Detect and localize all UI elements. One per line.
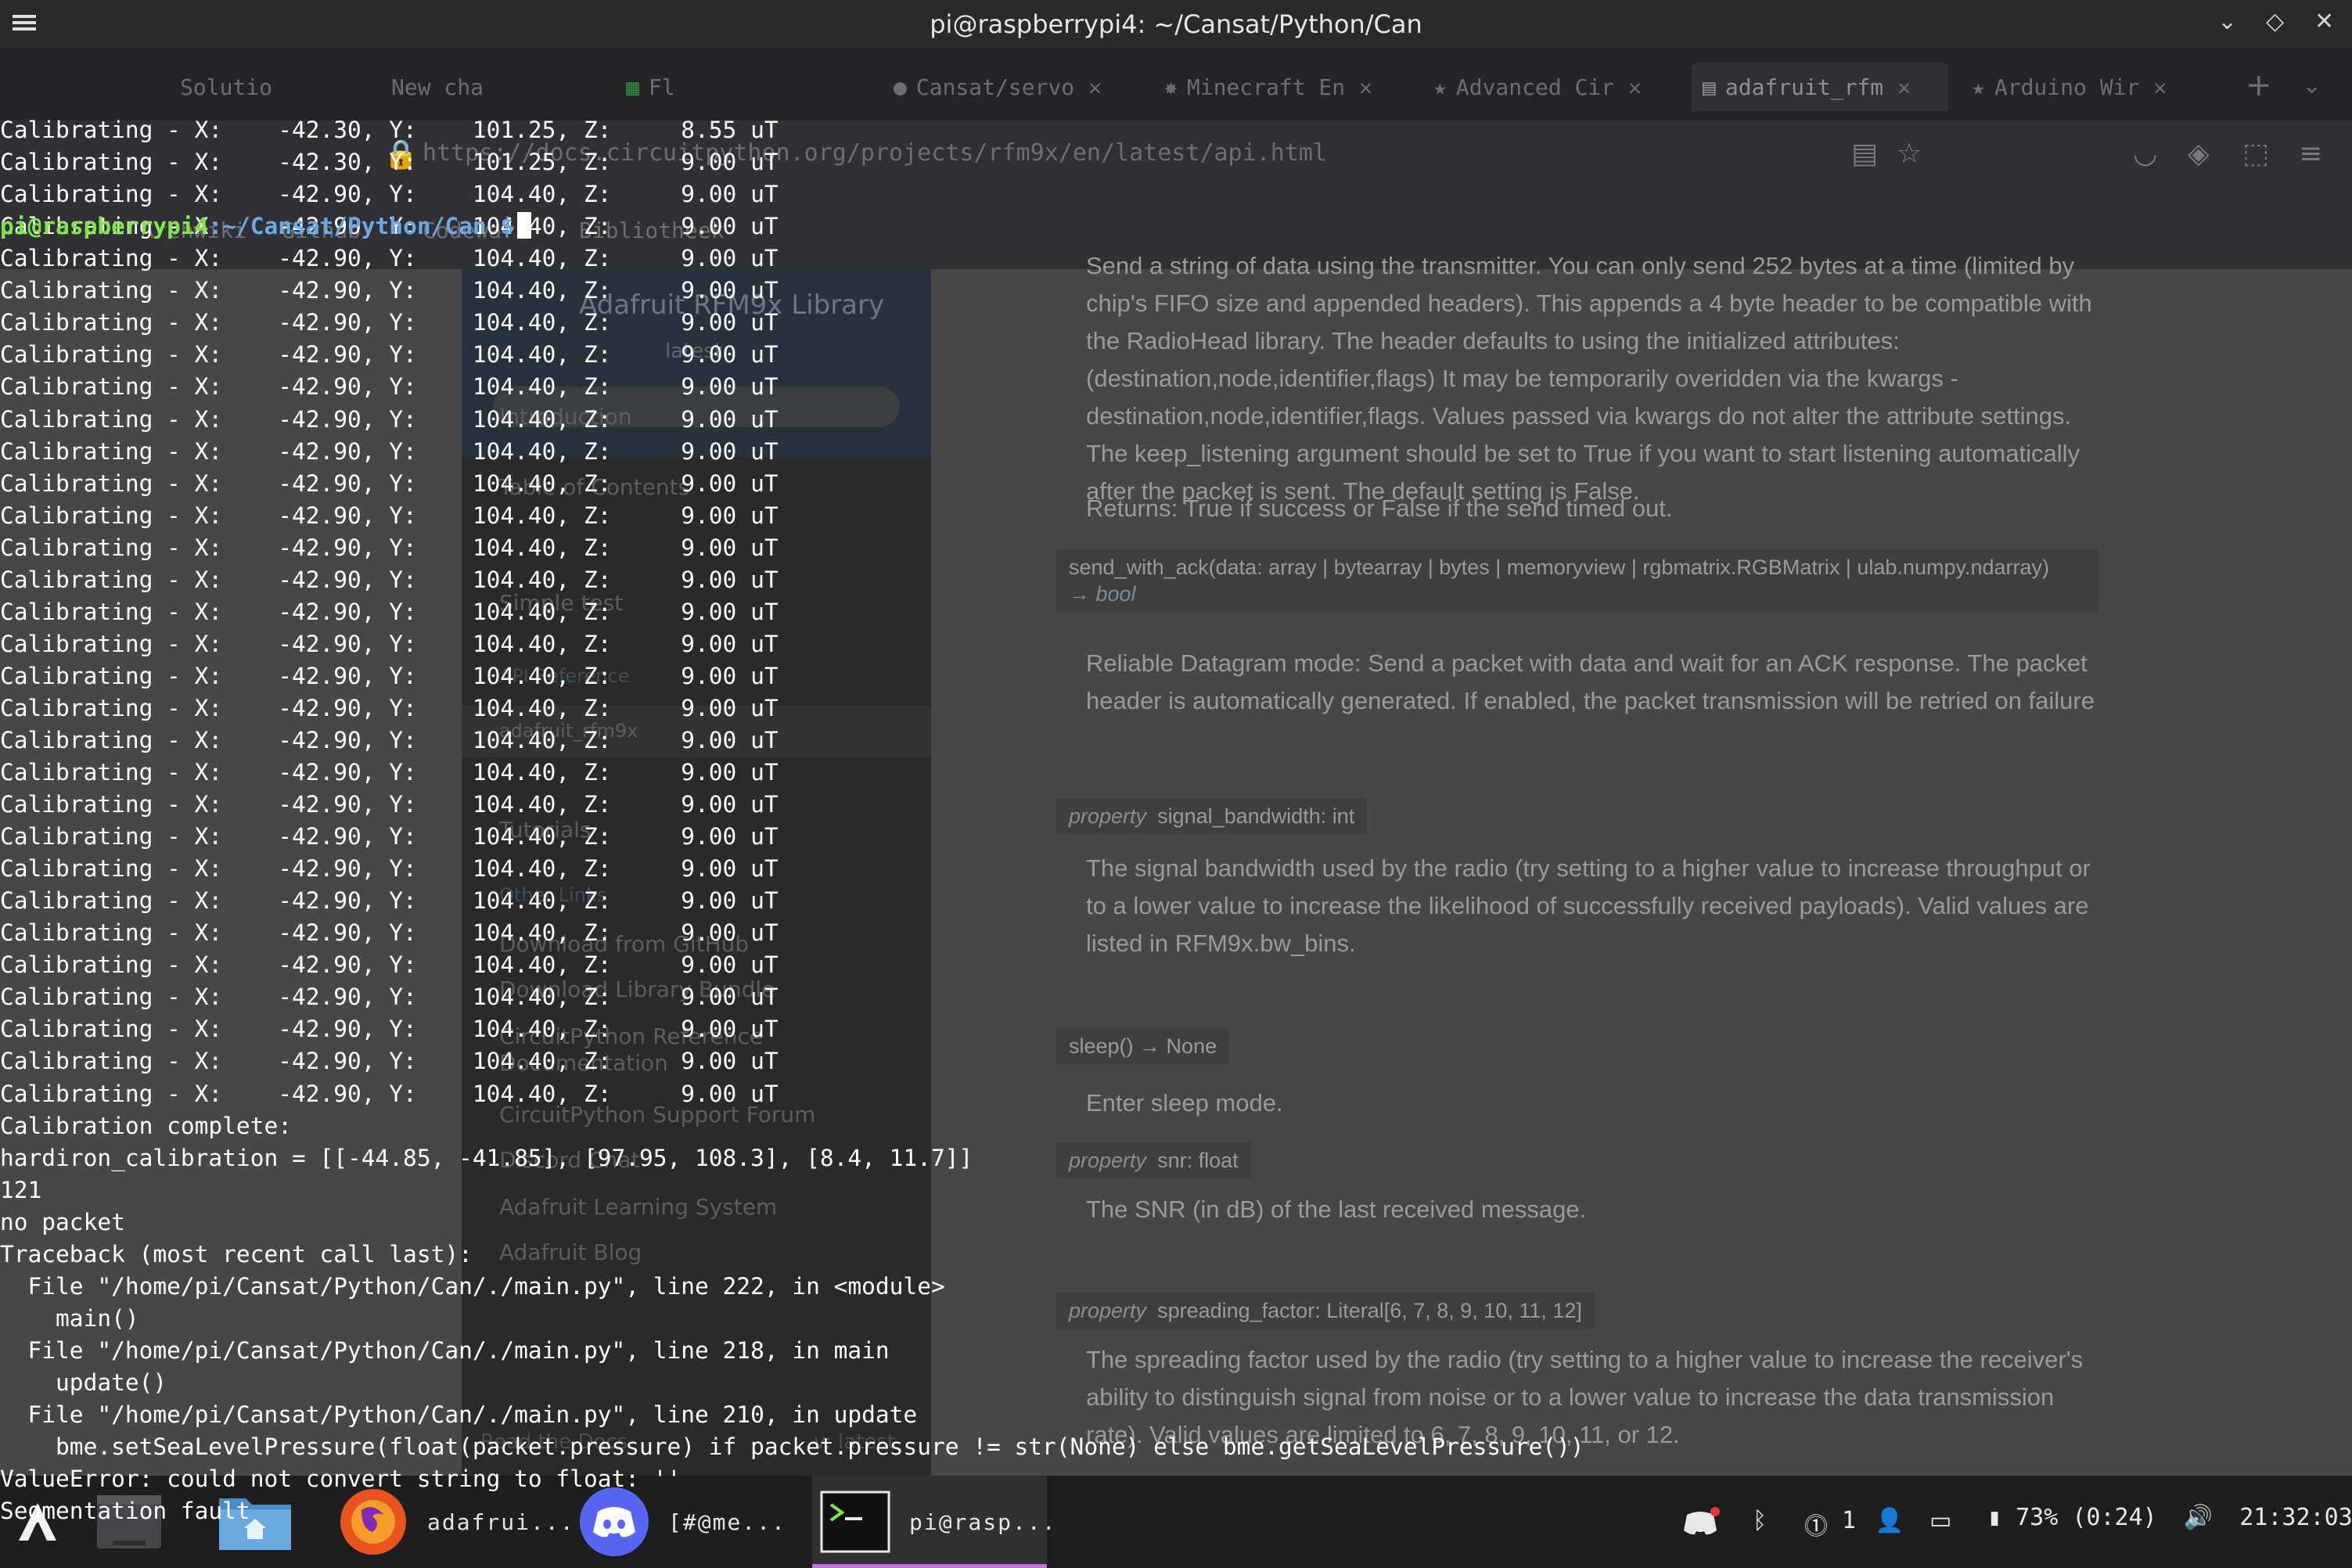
- terminal-line: Calibrating - X: -42.90, Y: 104.40, Z: 9…: [0, 469, 779, 497]
- terminal-line: Calibrating - X: -42.90, Y: 104.40, Z: 9…: [0, 759, 779, 786]
- terminal-line: Calibrating - X: -42.90, Y: 104.40, Z: 9…: [0, 181, 779, 208]
- terminal-line: Calibrating - X: -42.90, Y: 104.40, Z: 9…: [0, 984, 779, 1011]
- terminal-line: Calibrating - X: -42.30, Y: 101.25, Z: 8…: [0, 117, 779, 144]
- tab-label: adafruit_rfm: [1724, 74, 1884, 100]
- terminal-line: Segmentation fault: [0, 1498, 250, 1525]
- tab-close-icon[interactable]: ✕: [1897, 74, 1911, 100]
- terminal-line: Calibrating - X: -42.90, Y: 104.40, Z: 9…: [0, 502, 779, 529]
- terminal-titlebar[interactable]: pi@raspberrypi4: ~/Cansat/Python/Can ⌄ ◇…: [0, 0, 2352, 49]
- new-tab-plus-icon[interactable]: +: [2246, 67, 2272, 103]
- terminal-line: main(): [0, 1304, 139, 1332]
- terminal-line: Calibrating - X: -42.90, Y: 104.40, Z: 9…: [0, 662, 779, 689]
- window-title: pi@raspberrypi4: ~/Cansat/Python/Can: [930, 9, 1422, 39]
- battery-percent: 73%: [2016, 1504, 2059, 1531]
- terminal-line: bme.setSeaLevelPressure(float(packet.pre…: [0, 1433, 1584, 1461]
- terminal-line: File "/home/pi/Cansat/Python/Can/./main.…: [0, 1272, 945, 1300]
- terminal-line: File "/home/pi/Cansat/Python/Can/./main.…: [0, 1336, 890, 1364]
- pocket-icon[interactable]: ◡: [2133, 138, 2157, 170]
- bluetooth-icon[interactable]: ᛒ: [1753, 1507, 1767, 1534]
- terminal-line: hardiron_calibration = [[-44.85, -41.85]…: [0, 1144, 973, 1171]
- prompt-path: :~/Cansat/Python/Can: [208, 213, 487, 240]
- terminal-line: Calibrating - X: -42.90, Y: 104.40, Z: 9…: [0, 598, 779, 625]
- terminal-line: Calibrating - X: -42.90, Y: 104.40, Z: 9…: [0, 855, 779, 883]
- browser-tab[interactable]: ★ Arduino Wir ✕: [1972, 63, 2206, 111]
- volume-icon[interactable]: 🔊: [2184, 1504, 2213, 1531]
- minimize-icon[interactable]: ⌄: [2217, 8, 2237, 35]
- terminal-line: Calibrating - X: -42.90, Y: 104.40, Z: 9…: [0, 630, 779, 657]
- terminal-line: Calibrating - X: -42.30, Y: 101.25, Z: 9…: [0, 149, 779, 176]
- extensions-icon[interactable]: ⬚: [2242, 138, 2269, 170]
- terminal-line: Calibrating - X: -42.90, Y: 104.40, Z: 9…: [0, 951, 779, 979]
- close-icon[interactable]: ✕: [2314, 8, 2334, 35]
- terminal-line: Calibrating - X: -42.90, Y: 104.40, Z: 9…: [0, 277, 779, 304]
- terminal-line: Calibrating - X: -42.90, Y: 104.40, Z: 9…: [0, 405, 779, 433]
- reader-view-icon[interactable]: ▤: [1851, 138, 1878, 170]
- menu-icon[interactable]: ≡: [2299, 138, 2322, 170]
- clock[interactable]: 21:32:03: [2239, 1504, 2352, 1531]
- shell-prompt[interactable]: pi@raspberrypi4:~/Cansat/Python/Can $: [0, 210, 1721, 243]
- tab-close-icon[interactable]: ✕: [2153, 74, 2167, 100]
- tab-label: Arduino Wir: [1994, 74, 2140, 100]
- star-icon: ★: [1972, 74, 1985, 100]
- terminal-line: Calibrating - X: -42.90, Y: 104.40, Z: 9…: [0, 1080, 779, 1107]
- terminal-line: File "/home/pi/Cansat/Python/Can/./main.…: [0, 1401, 918, 1428]
- maximize-icon[interactable]: ◇: [2266, 8, 2284, 35]
- notification-count: 1: [1842, 1507, 1857, 1534]
- terminal-line: Calibrating - X: -42.90, Y: 104.40, Z: 9…: [0, 534, 779, 561]
- terminal-line: Calibrating - X: -42.90, Y: 104.40, Z: 9…: [0, 791, 779, 818]
- terminal-line: update(): [0, 1368, 167, 1396]
- terminal-line: Calibrating - X: -42.90, Y: 104.40, Z: 9…: [0, 726, 779, 753]
- terminal-line: Calibrating - X: -42.90, Y: 104.40, Z: 9…: [0, 373, 779, 401]
- display-icon[interactable]: ▭: [1929, 1507, 1951, 1534]
- battery-time: (0:24): [2072, 1504, 2157, 1531]
- terminal-line: Calibrating - X: -42.90, Y: 104.40, Z: 9…: [0, 341, 779, 369]
- extension-shield-icon[interactable]: ◈: [2188, 138, 2210, 170]
- browser-tab-active[interactable]: ▤ adafruit_rfm ✕: [1692, 63, 1948, 111]
- terminal-line: Calibrating - X: -42.90, Y: 104.40, Z: 9…: [0, 887, 779, 915]
- notification-alert-icon[interactable]: ⓵: [1804, 1507, 1828, 1541]
- terminal-line: Calibrating - X: -42.90, Y: 104.40, Z: 9…: [0, 694, 779, 721]
- terminal-line: Calibrating - X: -42.90, Y: 104.40, Z: 9…: [0, 919, 779, 947]
- terminal-line: Calibrating - X: -42.90, Y: 104.40, Z: 9…: [0, 309, 779, 336]
- terminal-line: 121: [0, 1176, 42, 1203]
- system-status: ▮ 73% (0:24) 🔊 21:32:03: [1987, 1504, 2352, 1531]
- terminal-lines: Calibrating - X: -42.30, Y: 101.25, Z: 8…: [0, 114, 1721, 1524]
- terminal-line: Calibrating - X: -42.90, Y: 104.40, Z: 9…: [0, 437, 779, 465]
- tab-list-chevron-icon[interactable]: ⌄: [2302, 72, 2321, 99]
- terminal-line: Calibrating - X: -42.90, Y: 104.40, Z: 9…: [0, 566, 779, 593]
- terminal-line: no packet: [0, 1208, 125, 1235]
- terminal-line: Calibrating - X: -42.90, Y: 104.40, Z: 9…: [0, 1048, 779, 1075]
- terminal-output[interactable]: Calibrating - X: -42.30, Y: 101.25, Z: 8…: [0, 50, 1721, 1524]
- terminal-line: Calibration complete:: [0, 1112, 292, 1139]
- terminal-line: Calibrating - X: -42.90, Y: 104.40, Z: 9…: [0, 1016, 779, 1043]
- terminal-line: Traceback (most recent call last):: [0, 1240, 473, 1268]
- bookmark-star-icon[interactable]: ☆: [1897, 138, 1922, 170]
- text-cursor: [517, 212, 532, 239]
- battery-icon: ▮: [1987, 1504, 2002, 1531]
- prompt-user: pi@raspberrypi4: [0, 213, 209, 240]
- terminal-line: ValueError: could not convert string to …: [0, 1466, 682, 1493]
- terminal-line: Calibrating - X: -42.90, Y: 104.40, Z: 9…: [0, 823, 779, 851]
- user-icon[interactable]: 👤: [1875, 1507, 1904, 1534]
- prompt-symbol: $: [486, 213, 515, 240]
- terminal-line: Calibrating - X: -42.90, Y: 104.40, Z: 9…: [0, 245, 779, 272]
